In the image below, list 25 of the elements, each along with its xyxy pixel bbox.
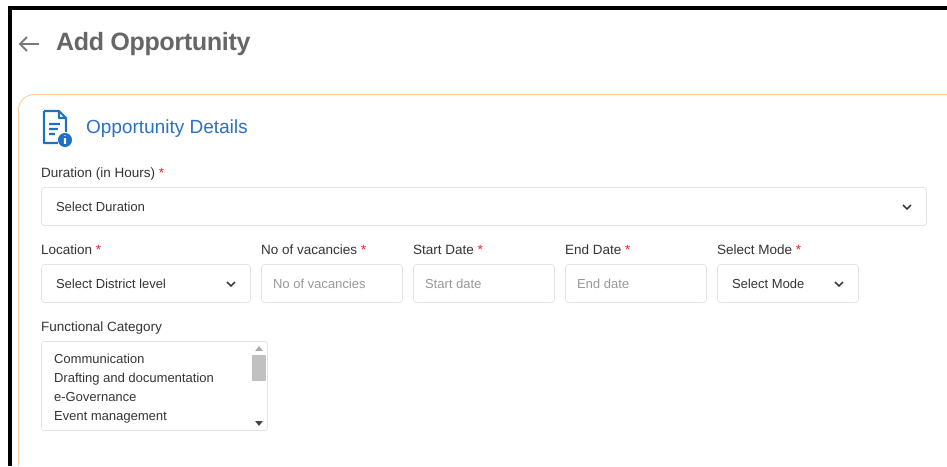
field-label: Select Mode * [717,242,802,257]
list-option[interactable]: Drafting and documentation [54,368,239,387]
dropdown[interactable]: Select Duration [41,187,927,226]
field-label: Duration (in Hours) * [41,165,166,180]
page-title: Add Opportunity [56,28,250,56]
dropdown[interactable]: Select Mode [717,264,859,303]
back-arrow-icon[interactable] [18,36,40,52]
list-box[interactable]: Communication Drafting and documentation e-Governance Event management [41,341,268,431]
chevron-down-icon [834,280,844,286]
field-label: Location * [41,242,102,257]
section-title: Opportunity Details [86,117,248,139]
input-field[interactable]: No of vacancies [261,264,403,303]
list-option[interactable]: e-Governance [54,387,239,406]
list-option[interactable]: Event management [54,406,239,425]
document-info-icon [41,109,73,147]
field-label: End Date * [565,242,632,257]
chevron-down-icon [902,204,912,210]
list-option[interactable]: Communication [54,349,239,368]
dropdown[interactable]: Select District level [41,264,251,303]
chevron-down-icon [226,280,236,286]
field-label: No of vacancies * [261,242,368,257]
field-label: Start Date * [413,242,484,257]
field-label: Functional Category [41,319,163,334]
input-field[interactable]: End date [565,264,707,303]
input-field[interactable]: Start date [413,264,555,303]
